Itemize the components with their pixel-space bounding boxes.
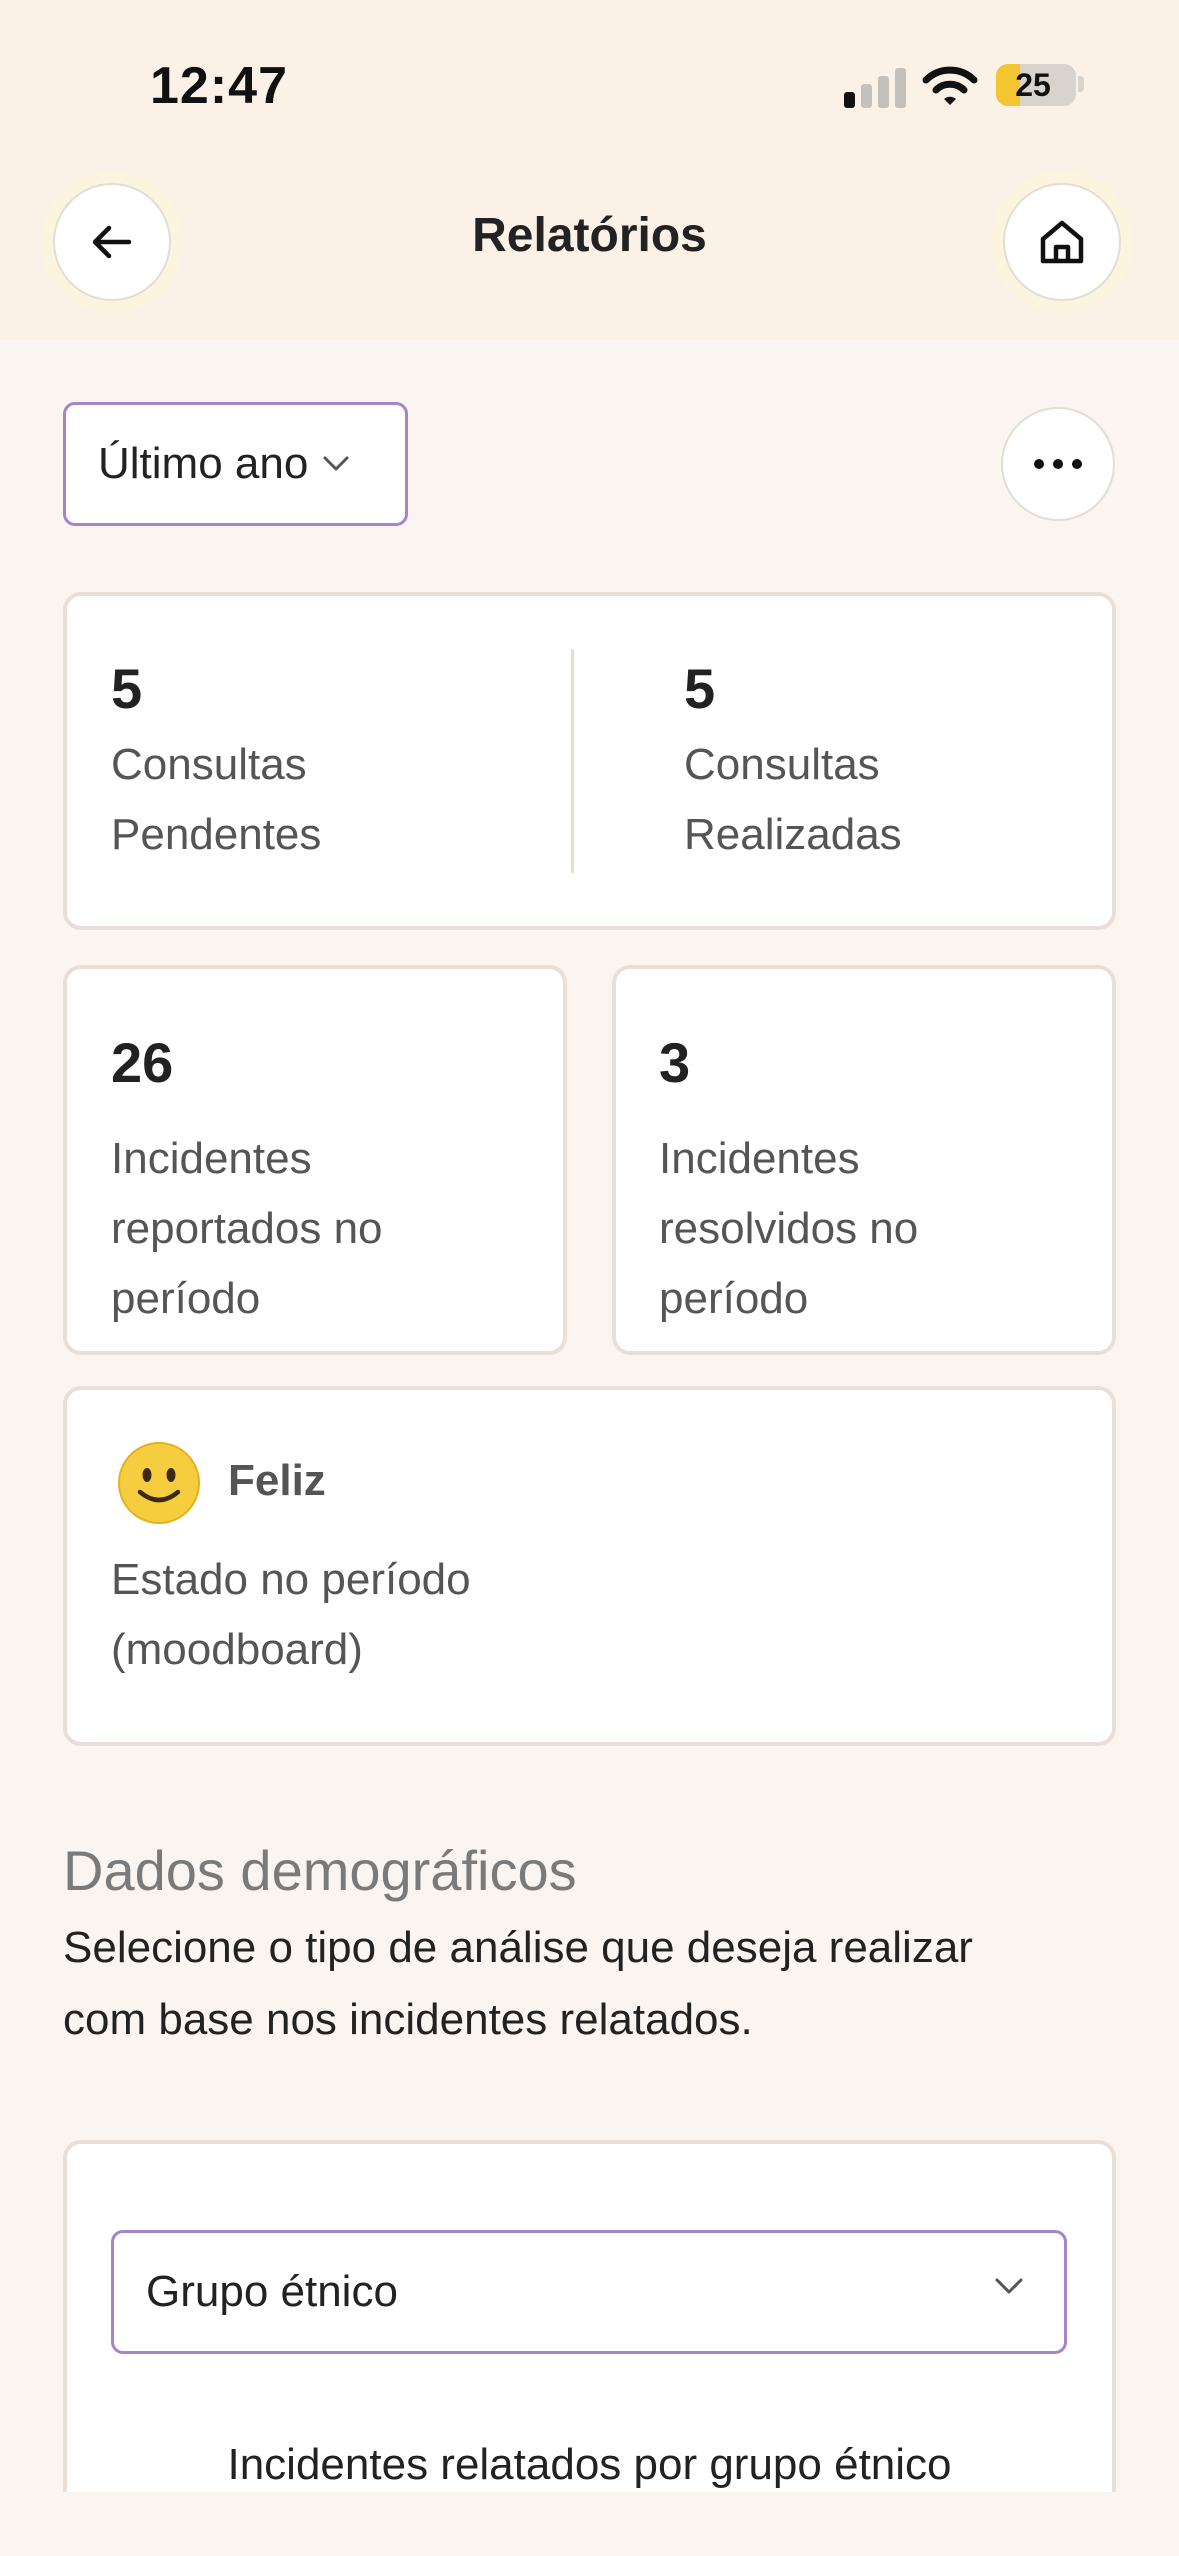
completed-consultations-value: 5 xyxy=(684,657,716,720)
resolved-label-line1: Incidentes xyxy=(659,1134,860,1183)
incidents-reported-label: Incidentes reportados no período xyxy=(111,1124,531,1334)
chevron-down-icon xyxy=(995,2278,1023,2294)
battery-tip xyxy=(1078,76,1084,92)
completed-consultations-label: Consultas Realizadas xyxy=(684,730,1104,870)
demographics-title: Dados demográficos xyxy=(63,1839,577,1902)
smiling-face-icon xyxy=(118,1442,200,1524)
more-options-button[interactable] xyxy=(1001,407,1115,521)
home-icon xyxy=(1040,220,1084,264)
pending-consultations-value: 5 xyxy=(111,657,143,720)
analysis-type-value: Grupo étnico xyxy=(146,2267,398,2316)
home-button[interactable] xyxy=(1003,183,1121,301)
card-divider xyxy=(571,649,574,873)
reported-label-line3: período xyxy=(111,1274,261,1323)
period-select-value: Último ano xyxy=(98,439,309,488)
analysis-type-select[interactable]: Grupo étnico xyxy=(111,2230,1067,2354)
battery-level: 25 xyxy=(1015,66,1051,103)
reported-label-line2: reportados no xyxy=(111,1204,383,1253)
wifi-icon xyxy=(922,66,978,105)
more-horizontal-icon xyxy=(1034,459,1082,469)
reports-screen: 12:47 25 Relatórios Último ano 5 Consult… xyxy=(0,0,1179,2556)
resolved-label-line2: resolvidos no xyxy=(659,1204,919,1253)
pending-consultations-label: Consultas Pendentes xyxy=(111,730,531,870)
cellular-signal-icon xyxy=(844,66,906,108)
demographics-description: Selecione o tipo de análise que deseja r… xyxy=(63,1912,1123,2056)
battery-icon: 25 xyxy=(996,64,1076,106)
pending-label-line1: Consultas xyxy=(111,740,307,789)
incidents-resolved-value: 3 xyxy=(659,1031,691,1094)
mood-title: Feliz xyxy=(228,1456,326,1505)
mood-label-line1: Estado no período xyxy=(111,1555,471,1604)
chart-heading: Incidentes relatados por grupo étnico xyxy=(227,2440,952,2489)
resolved-label-line3: período xyxy=(659,1274,809,1323)
app-header: Relatórios xyxy=(0,150,1179,340)
mood-label: Estado no período (moodboard) xyxy=(111,1545,811,1685)
status-bar: 12:47 25 xyxy=(0,0,1179,150)
pending-label-line2: Pendentes xyxy=(111,810,322,859)
status-time: 12:47 xyxy=(150,57,288,115)
incidents-resolved-label: Incidentes resolvidos no período xyxy=(659,1124,1079,1334)
mood-label-line2: (moodboard) xyxy=(111,1625,363,1674)
completed-label-line1: Consultas xyxy=(684,740,880,789)
demographics-desc-line2: com base nos incidentes relatados. xyxy=(63,1995,753,2044)
demographics-desc-line1: Selecione o tipo de análise que deseja r… xyxy=(63,1923,973,1972)
chevron-down-icon xyxy=(323,456,349,471)
completed-label-line2: Realizadas xyxy=(684,810,902,859)
incidents-reported-value: 26 xyxy=(111,1031,174,1094)
period-select[interactable]: Último ano xyxy=(63,402,408,526)
bottom-edge xyxy=(0,2492,1179,2556)
page-title: Relatórios xyxy=(472,209,707,262)
reported-label-line1: Incidentes xyxy=(111,1134,312,1183)
